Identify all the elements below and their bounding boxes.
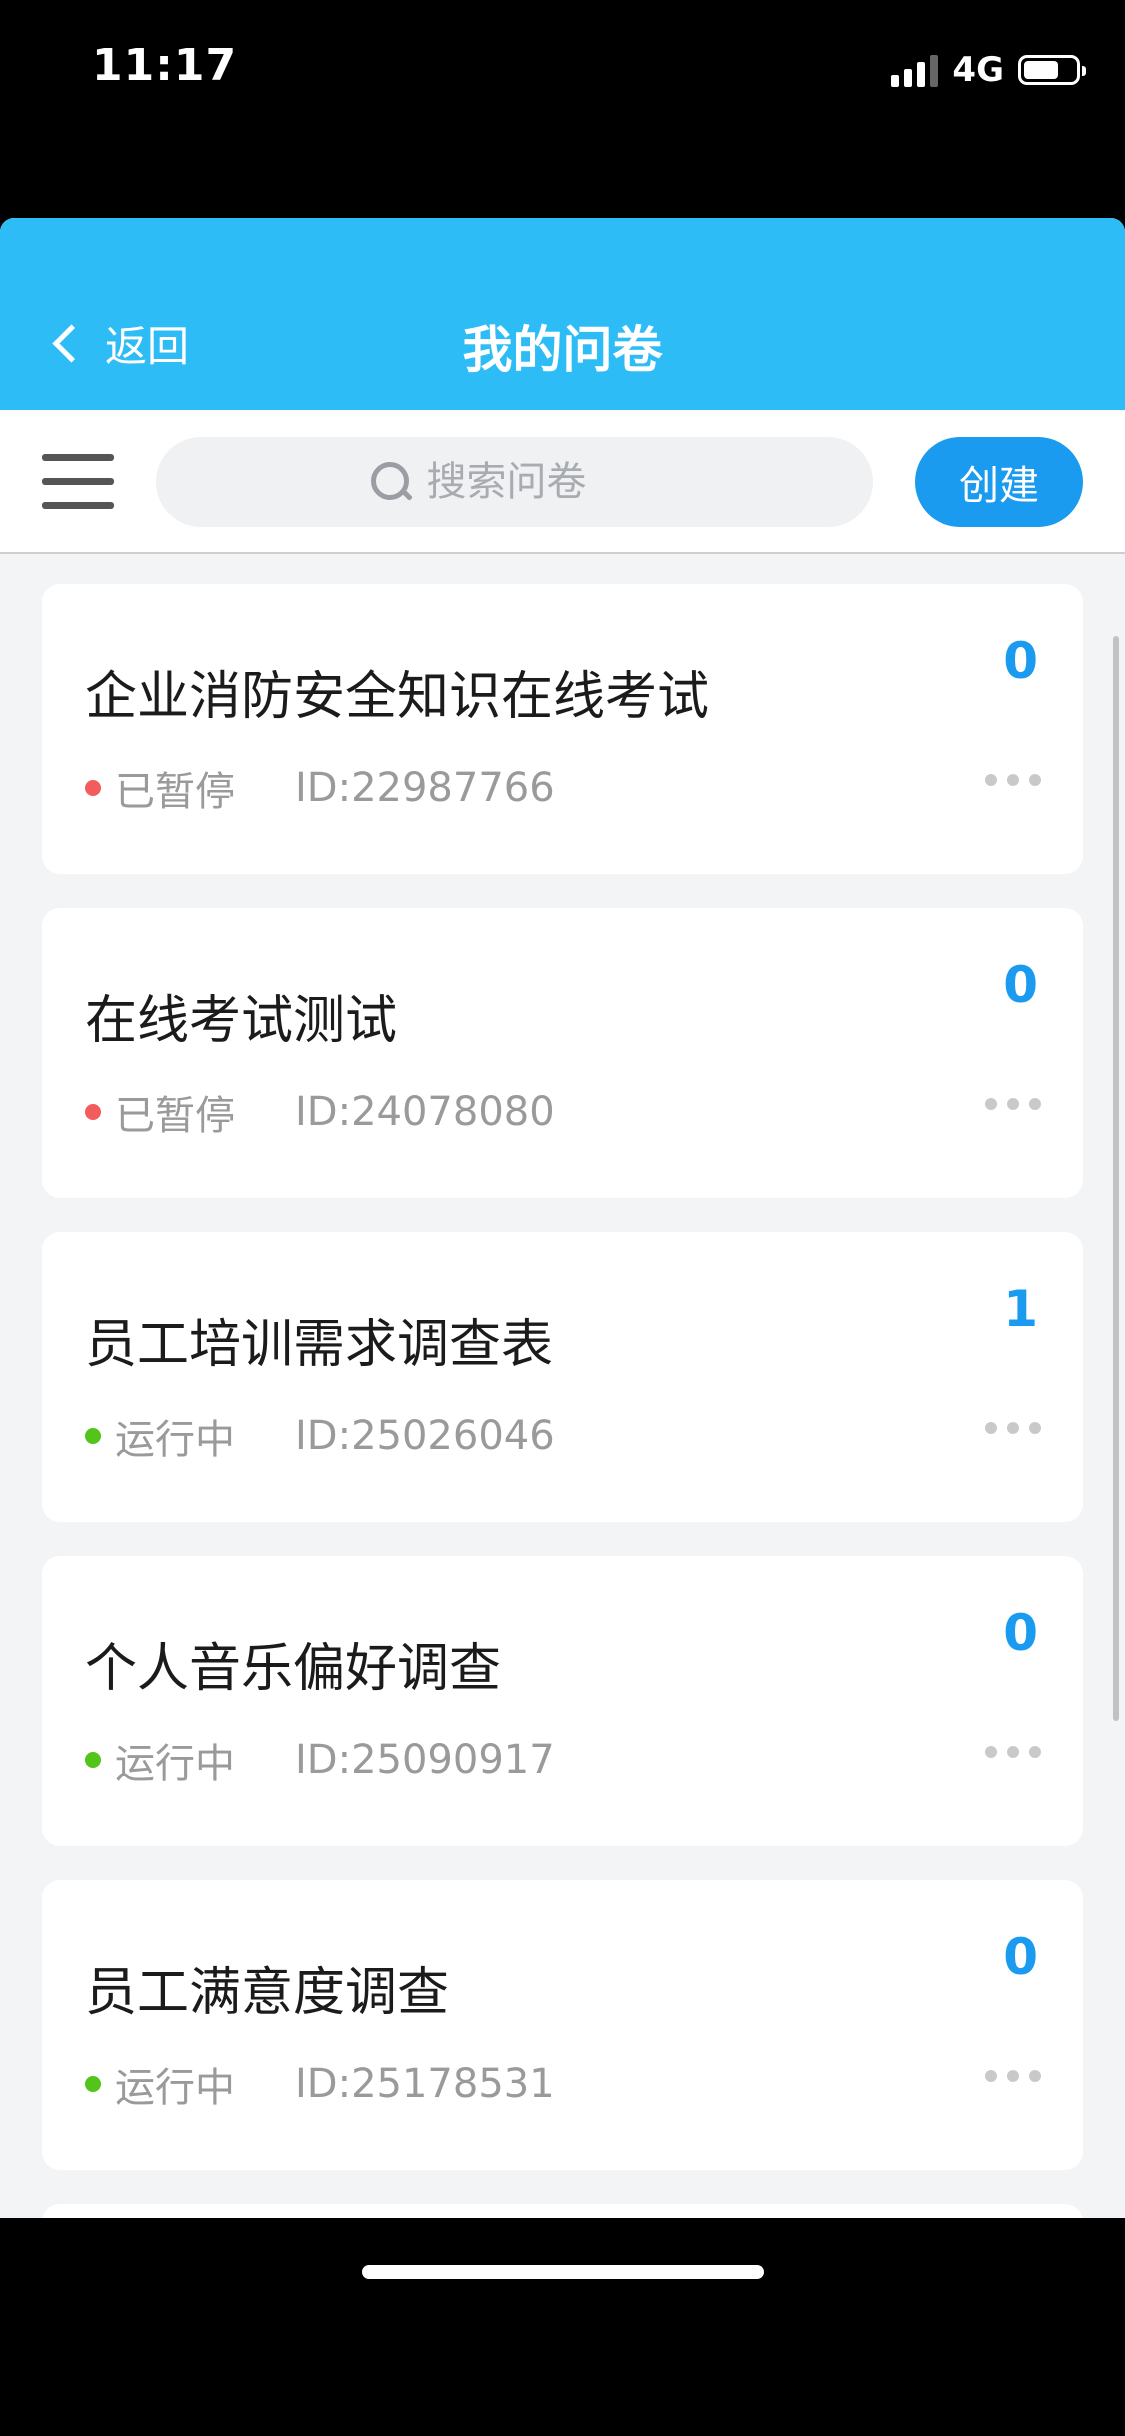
survey-title: 员工满意度调查	[85, 1963, 450, 2023]
status-dot	[85, 2076, 101, 2092]
survey-title: 企业消防安全知识在线考试	[85, 667, 710, 727]
search-box[interactable]	[156, 437, 873, 527]
more-icon[interactable]	[985, 2070, 1041, 2082]
survey-meta: 运行中 ID:25090917	[85, 1731, 555, 1789]
status-badge: 运行中	[115, 1741, 235, 1787]
response-count: 1	[1003, 1280, 1038, 1338]
create-button[interactable]: 创建	[915, 437, 1083, 527]
status-badge: 运行中	[115, 1417, 235, 1463]
survey-meta: 已暂停 ID:24078080	[85, 1083, 555, 1141]
response-count: 0	[1003, 632, 1038, 690]
status-icons: 4G	[891, 50, 1086, 90]
nav-bar: 返回 我的问卷	[0, 218, 1125, 410]
status-dot	[85, 1104, 101, 1120]
response-count: 0	[1003, 1604, 1038, 1662]
status-dot	[85, 1428, 101, 1444]
battery-fill	[1024, 61, 1058, 79]
scrollbar[interactable]	[1113, 636, 1119, 1721]
survey-id: ID:25090917	[295, 1737, 555, 1783]
survey-card[interactable]: 企业消防安全知识在线考试 0 已暂停 ID:22987766	[42, 584, 1083, 874]
status-badge: 已暂停	[115, 769, 235, 815]
status-time: 11:17	[92, 40, 238, 91]
response-count: 0	[1003, 1928, 1038, 1986]
status-dot	[85, 780, 101, 796]
survey-title: 个人音乐偏好调查	[85, 1639, 502, 1699]
search-icon	[370, 462, 411, 502]
signal-icon	[891, 53, 939, 87]
search-input[interactable]	[424, 458, 659, 506]
survey-card-partial[interactable]	[42, 2204, 1083, 2218]
toolbar: 创建	[0, 410, 1125, 554]
survey-list: 企业消防安全知识在线考试 0 已暂停 ID:22987766 在线考试测试 0 …	[42, 584, 1083, 2218]
survey-id: ID:24078080	[295, 1089, 555, 1135]
battery-icon	[1018, 55, 1086, 85]
survey-id: ID:25178531	[295, 2061, 555, 2107]
more-icon[interactable]	[985, 1746, 1041, 1758]
app-container: 返回 我的问卷 创建 企业消防安全知识在线考试 0 已暂停 ID:2298776…	[0, 218, 1125, 2218]
status-badge: 运行中	[115, 2065, 235, 2111]
status-bar: 11:17 4G	[0, 0, 1125, 140]
page-title: 我的问卷	[462, 321, 663, 379]
more-icon[interactable]	[985, 1098, 1041, 1110]
survey-meta: 运行中 ID:25178531	[85, 2055, 555, 2113]
survey-meta: 运行中 ID:25026046	[85, 1407, 555, 1465]
survey-id: ID:25026046	[295, 1413, 555, 1459]
survey-card[interactable]: 员工满意度调查 0 运行中 ID:25178531	[42, 1880, 1083, 2170]
home-indicator[interactable]	[362, 2265, 764, 2279]
network-label: 4G	[952, 50, 1004, 90]
status-dot	[85, 1752, 101, 1768]
survey-title: 在线考试测试	[85, 991, 398, 1051]
survey-card[interactable]: 个人音乐偏好调查 0 运行中 ID:25090917	[42, 1556, 1083, 1846]
survey-card[interactable]: 员工培训需求调查表 1 运行中 ID:25026046	[42, 1232, 1083, 1522]
phone-screen: 11:17 4G 返回 我的问卷 搜索问卷 创建 企业消防安全知识在线考试 0 …	[0, 0, 1125, 2436]
survey-card[interactable]: 在线考试测试 0 已暂停 ID:24078080	[42, 908, 1083, 1198]
survey-title: 员工培训需求调查表	[85, 1315, 554, 1375]
more-icon[interactable]	[985, 1422, 1041, 1434]
response-count: 0	[1003, 956, 1038, 1014]
status-badge: 已暂停	[115, 1093, 235, 1139]
menu-icon[interactable]	[42, 454, 114, 510]
survey-meta: 已暂停 ID:22987766	[85, 759, 555, 817]
more-icon[interactable]	[985, 774, 1041, 786]
survey-id: ID:22987766	[295, 765, 555, 811]
